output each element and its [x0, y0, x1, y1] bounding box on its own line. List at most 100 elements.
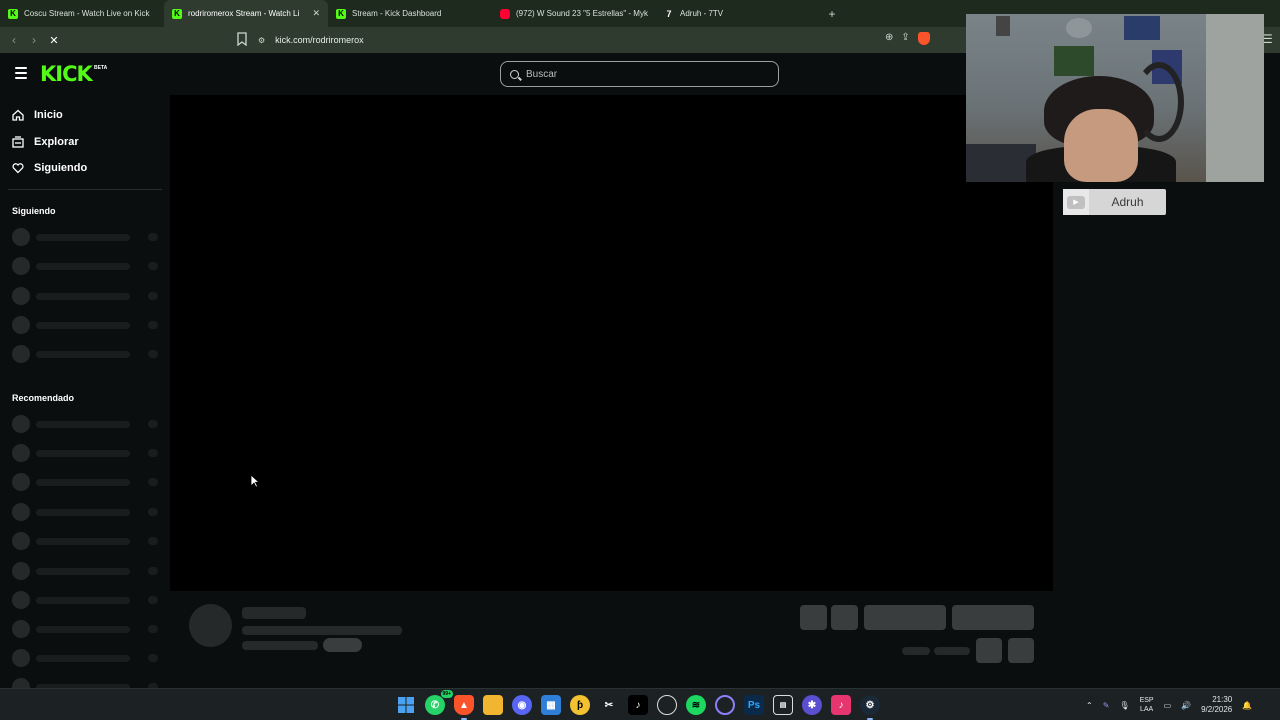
skeleton-channel-row: [12, 591, 162, 609]
sidebar-item-label: Siguiendo: [34, 162, 88, 174]
channel-avatar-skeleton: [189, 604, 232, 647]
language-indicator[interactable]: ESP LAA: [1140, 696, 1154, 714]
brave-icon[interactable]: ▲: [454, 695, 474, 720]
tiktok-icon[interactable]: ♪: [628, 695, 648, 715]
app-yellow-icon[interactable]: ƥ: [570, 695, 590, 715]
stream-title-skeleton: [242, 626, 402, 635]
hamburger-menu-icon[interactable]: [15, 67, 27, 79]
kick-icon: K: [172, 8, 182, 19]
sidebar: Inicio Explorar Siguiendo Siguiendo Reco…: [0, 95, 170, 688]
tab-kick-dashboard[interactable]: K Stream - Kick Dashboard: [328, 0, 492, 27]
clock[interactable]: 21:30 9/2/2026: [1201, 695, 1232, 715]
poster-image: [1054, 46, 1094, 76]
sidebar-item-explorar[interactable]: Explorar: [12, 136, 79, 148]
windows-taskbar: ✆ 99+ ▲ ◉ ▦ ƥ ✂ ♪ ≋ Ps ▤ ✱ ♪ ⚙ ⌃ ✎ 🎙 ESP …: [0, 688, 1280, 720]
uptime-skeleton: [934, 647, 970, 655]
sidebar-item-siguiendo[interactable]: Siguiendo: [12, 162, 87, 174]
back-arrow-icon[interactable]: ‹: [4, 30, 24, 50]
viewer-count-skeleton: [902, 647, 930, 655]
skeleton-channel-row: [12, 257, 162, 275]
file-explorer-icon[interactable]: [483, 695, 503, 715]
brave-shield-icon[interactable]: [917, 32, 930, 45]
search-input[interactable]: Buscar: [500, 61, 779, 87]
sidebar-divider: [8, 189, 162, 190]
youtube-icon: ▶: [1063, 189, 1089, 215]
app-gear-icon[interactable]: ✱: [802, 695, 822, 715]
tab-7tv[interactable]: 7 Adruh - 7TV: [656, 0, 820, 27]
action-button-skeleton: [831, 605, 858, 630]
home-icon: [12, 109, 24, 121]
skeleton-channel-row: [12, 444, 162, 462]
language-bottom: LAA: [1139, 706, 1154, 713]
notification-bell-icon[interactable]: 🔔: [1242, 701, 1252, 710]
search-placeholder: Buscar: [526, 68, 558, 80]
pen-icon[interactable]: ✎: [1103, 701, 1110, 710]
app-circle-icon[interactable]: [715, 695, 735, 715]
zoom-icon[interactable]: ⊕: [885, 32, 893, 45]
microphone-icon[interactable]: 🎙: [1119, 701, 1129, 710]
steam-icon[interactable]: ⚙: [860, 695, 880, 720]
site-settings-icon[interactable]: ⚙: [258, 36, 265, 45]
channel-name-skeleton: [242, 607, 306, 619]
adruh-text: Adruh: [1111, 195, 1144, 209]
tab-rodriromerox[interactable]: K rodriromerox Stream - Watch Li ✕: [164, 0, 328, 27]
more-button-skeleton: [1008, 638, 1034, 663]
skeleton-channel-row: [12, 620, 162, 638]
share-icon[interactable]: ⇪: [901, 32, 909, 45]
tab-youtube[interactable]: (972) W Sound 23 "5 Estrellas" - Myk: [492, 0, 656, 27]
skeleton-channel-row: [12, 473, 162, 491]
close-icon[interactable]: ✕: [312, 8, 320, 19]
tab-label: Adruh - 7TV: [680, 9, 724, 18]
share-button-skeleton: [976, 638, 1002, 663]
network-icon[interactable]: ▭: [1164, 701, 1172, 710]
sidebar-item-inicio[interactable]: Inicio: [12, 109, 63, 121]
poster-image: [1066, 18, 1092, 38]
chat-panel: [1053, 95, 1280, 688]
clock-date: 9/2/2026: [1201, 705, 1233, 714]
skeleton-channel-row: [12, 316, 162, 334]
notification-badge: 99+: [440, 690, 453, 698]
new-tab-button[interactable]: +: [822, 7, 842, 21]
bookmark-icon[interactable]: [236, 32, 248, 46]
capcut-icon[interactable]: ✂: [599, 695, 619, 715]
window-image: [1206, 14, 1264, 182]
chevron-up-icon[interactable]: ⌃: [1086, 701, 1093, 710]
obs-icon[interactable]: [657, 695, 677, 715]
tiktok-live-icon[interactable]: ♪: [831, 695, 851, 715]
photos-icon[interactable]: ▦: [541, 695, 561, 715]
stream-deck-icon[interactable]: ▤: [773, 695, 793, 715]
beta-badge: BETA: [94, 65, 108, 71]
mouse-cursor-icon: [250, 474, 260, 488]
tab-label: (972) W Sound 23 "5 Estrellas" - Myk: [516, 9, 648, 18]
stop-loading-icon[interactable]: ✕: [44, 30, 64, 50]
system-tray: ⌃ ✎ 🎙 ESP LAA ▭ 🔊 21:30 9/2/2026 🔔: [1086, 695, 1252, 715]
discord-icon[interactable]: ◉: [512, 695, 532, 715]
tab-label: rodriromerox Stream - Watch Li: [188, 9, 300, 18]
sidebar-item-label: Explorar: [34, 136, 79, 148]
tab-coscu[interactable]: K Coscu Stream - Watch Live on Kick: [0, 0, 164, 27]
search-icon: [510, 69, 519, 79]
action-button-skeleton: [800, 605, 827, 630]
skeleton-channel-row: [12, 649, 162, 667]
poster-image: [1124, 16, 1160, 40]
taskbar-apps: ✆ 99+ ▲ ◉ ▦ ƥ ✂ ♪ ≋ Ps ▤ ✱ ♪ ⚙: [396, 690, 880, 720]
photoshop-icon[interactable]: Ps: [744, 695, 764, 715]
spotify-icon[interactable]: ≋: [686, 695, 706, 715]
forward-arrow-icon[interactable]: ›: [24, 30, 44, 50]
video-player[interactable]: [170, 95, 1053, 591]
windows-start-icon[interactable]: [396, 695, 416, 715]
kick-logo[interactable]: KICK: [40, 62, 93, 86]
browse-icon: [12, 136, 24, 148]
heart-icon: [12, 163, 24, 174]
url-field[interactable]: ⚙ kick.com/rodriromerox: [258, 31, 968, 49]
skeleton-channel-row: [12, 562, 162, 580]
url-text: kick.com/rodriromerox: [275, 35, 364, 45]
kick-icon: K: [336, 8, 346, 19]
kick-icon: K: [8, 8, 18, 19]
volume-icon[interactable]: 🔊: [1181, 701, 1191, 710]
subscribe-button-skeleton: [952, 605, 1034, 630]
language-top: ESP: [1139, 697, 1154, 704]
skeleton-channel-row: [12, 503, 162, 521]
address-bar-actions: ⊕ ⇪: [885, 32, 930, 45]
whatsapp-icon[interactable]: ✆ 99+: [425, 690, 453, 715]
